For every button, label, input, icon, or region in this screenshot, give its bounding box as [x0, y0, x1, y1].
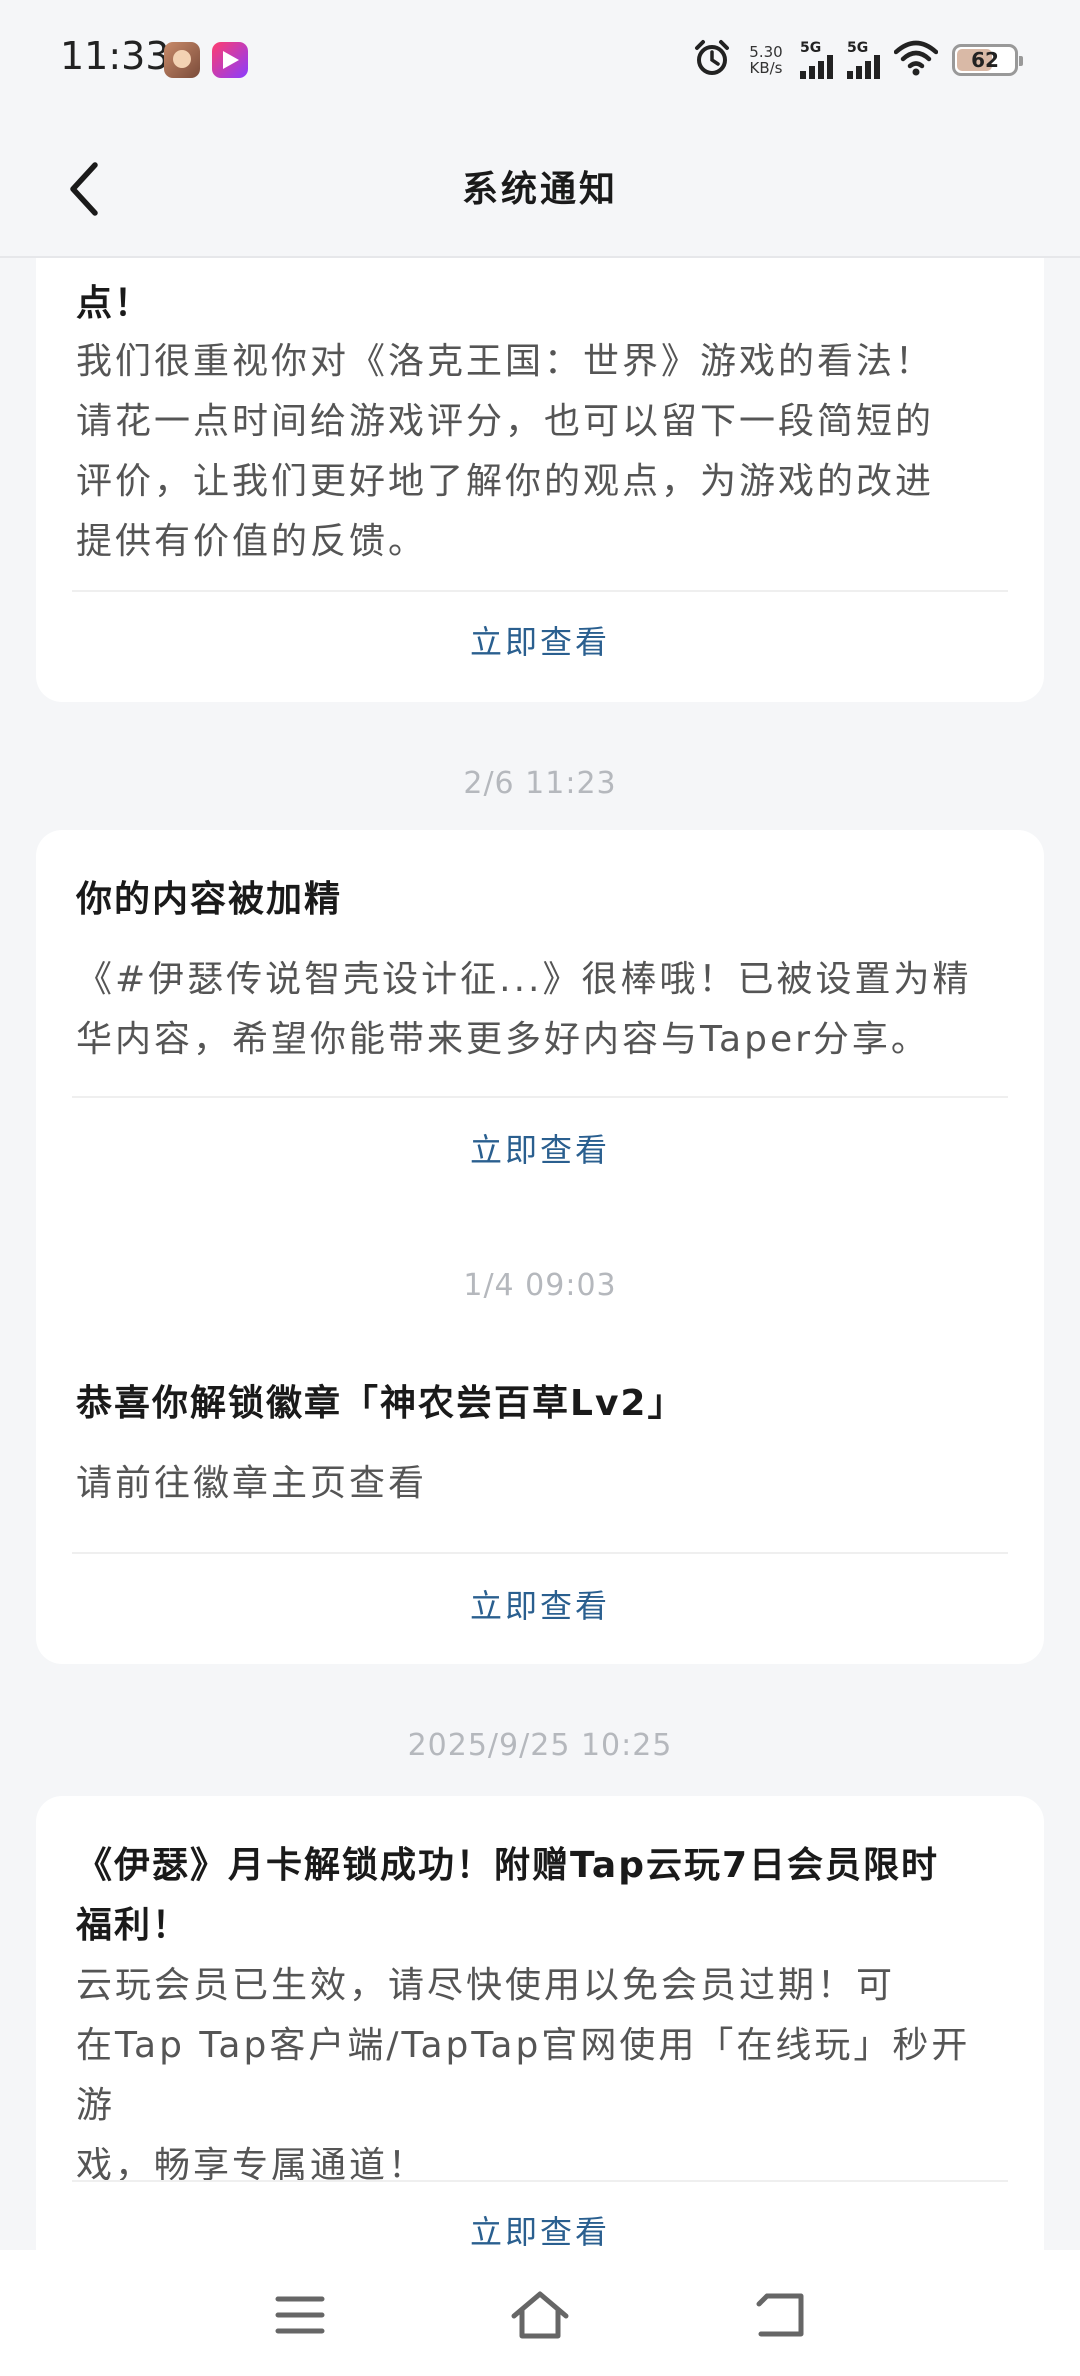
body-line: 云玩会员已生效，请尽快使用以免会员过期！可 [76, 1965, 896, 2006]
notification-title: 你的内容被加精 [76, 879, 343, 920]
body-line: 提供有价值的反馈。 [76, 521, 428, 562]
network-speed: 5.30 KB/s [746, 44, 786, 76]
notification-card: 点！ 我们很重视你对《洛克王国：世界》游戏的看法！ 请花一点时间给游戏评分，也可… [36, 258, 1044, 702]
status-bar: 11:33 5.30 KB/s 5G 5G 62 [0, 0, 1080, 120]
signal-1-label: 5G [800, 40, 822, 56]
signal-1: 5G [800, 41, 833, 79]
page-title: 系统通知 [461, 169, 618, 210]
menu-button[interactable] [265, 2280, 335, 2350]
notification-body: 我们很重视你对《洛克王国：世界》游戏的看法！ 请花一点时间给游戏评分，也可以留下… [76, 332, 1008, 572]
back-nav-icon [756, 2293, 804, 2337]
body-line: 评价，让我们更好地了解你的观点，为游戏的改进 [76, 461, 935, 502]
notification-body: 云玩会员已生效，请尽快使用以免会员过期！可 在Tap Tap客户端/TapTap… [76, 1956, 1008, 2196]
signal-bars-icon [847, 55, 880, 79]
divider [72, 1552, 1008, 1554]
body-line: 在Tap Tap客户端/TapTap官网使用「在线玩」秒开游 [76, 2025, 971, 2126]
notification-title: 恭喜你解锁徽章「神农尝百草Lv2」 [76, 1383, 686, 1424]
video-app-icon [212, 42, 248, 78]
network-speed-unit: KB/s [749, 59, 783, 77]
notification-card: 恭喜你解锁徽章「神农尝百草Lv2」 请前往徽章主页查看 立即查看 [36, 1334, 1044, 1664]
title-line: 福利！ [76, 1905, 191, 1946]
view-now-button[interactable]: 立即查看 [36, 612, 1044, 672]
wifi-icon [893, 40, 939, 80]
divider [72, 1096, 1008, 1098]
view-now-button[interactable]: 立即查看 [36, 1120, 1044, 1180]
signal-2: 5G [847, 41, 880, 79]
app-header: 系统通知 [0, 120, 1080, 258]
screen: 11:33 5.30 KB/s 5G 5G 62 系统通知 点！ 我们很重视你对… [0, 0, 1080, 2376]
system-nav-bar [0, 2250, 1080, 2376]
notification-timestamp: 2025/9/25 10:25 [407, 1728, 673, 1763]
alarm-icon [692, 38, 732, 82]
view-now-button[interactable]: 立即查看 [36, 1576, 1044, 1636]
title-line: 《伊瑟》月卡解锁成功！附赠Tap云玩7日会员限时 [76, 1845, 940, 1886]
signal-2-label: 5G [847, 40, 869, 56]
back-nav-button[interactable] [745, 2280, 815, 2350]
home-icon [511, 2291, 569, 2339]
status-indicators: 5.30 KB/s 5G 5G 62 [692, 38, 1023, 82]
divider [72, 590, 1008, 592]
notification-timestamp: 2/6 11:23 [463, 766, 617, 801]
signal-bars-icon [800, 55, 833, 79]
battery-icon: 62 [952, 44, 1023, 76]
network-speed-value: 5.30 [749, 43, 783, 61]
battery-level: 62 [971, 48, 999, 72]
divider [72, 2180, 1008, 2182]
body-line: 《#伊瑟传说智壳设计征...》很棒哦！已被设置为精 [76, 959, 972, 1000]
status-time: 11:33 [60, 34, 170, 78]
notification-body: 请前往徽章主页查看 [76, 1454, 1008, 1514]
notification-body: 《#伊瑟传说智壳设计征...》很棒哦！已被设置为精 华内容，希望你能带来更多好内… [76, 950, 1008, 1070]
body-line: 华内容，希望你能带来更多好内容与Taper分享。 [76, 1019, 930, 1060]
menu-icon [275, 2296, 325, 2334]
notification-title: 《伊瑟》月卡解锁成功！附赠Tap云玩7日会员限时 福利！ [76, 1836, 1004, 1956]
notification-timestamp: 1/4 09:03 [463, 1268, 617, 1303]
body-line: 戏，畅享专属通道！ [76, 2145, 428, 2186]
notification-title: 点！ [76, 283, 153, 324]
view-now-button[interactable]: 立即查看 [36, 2202, 1044, 2250]
body-line: 请花一点时间给游戏评分，也可以留下一段简短的 [76, 401, 935, 442]
body-line: 我们很重视你对《洛克王国：世界》游戏的看法！ [76, 341, 935, 382]
notification-card: 《伊瑟》月卡解锁成功！附赠Tap云玩7日会员限时 福利！ 云玩会员已生效，请尽快… [36, 1796, 1044, 2250]
home-button[interactable] [505, 2280, 575, 2350]
body-line: 请前往徽章主页查看 [76, 1463, 428, 1504]
game-app-icon [164, 42, 200, 78]
notification-list[interactable]: 点！ 我们很重视你对《洛克王国：世界》游戏的看法！ 请花一点时间给游戏评分，也可… [0, 258, 1080, 2250]
